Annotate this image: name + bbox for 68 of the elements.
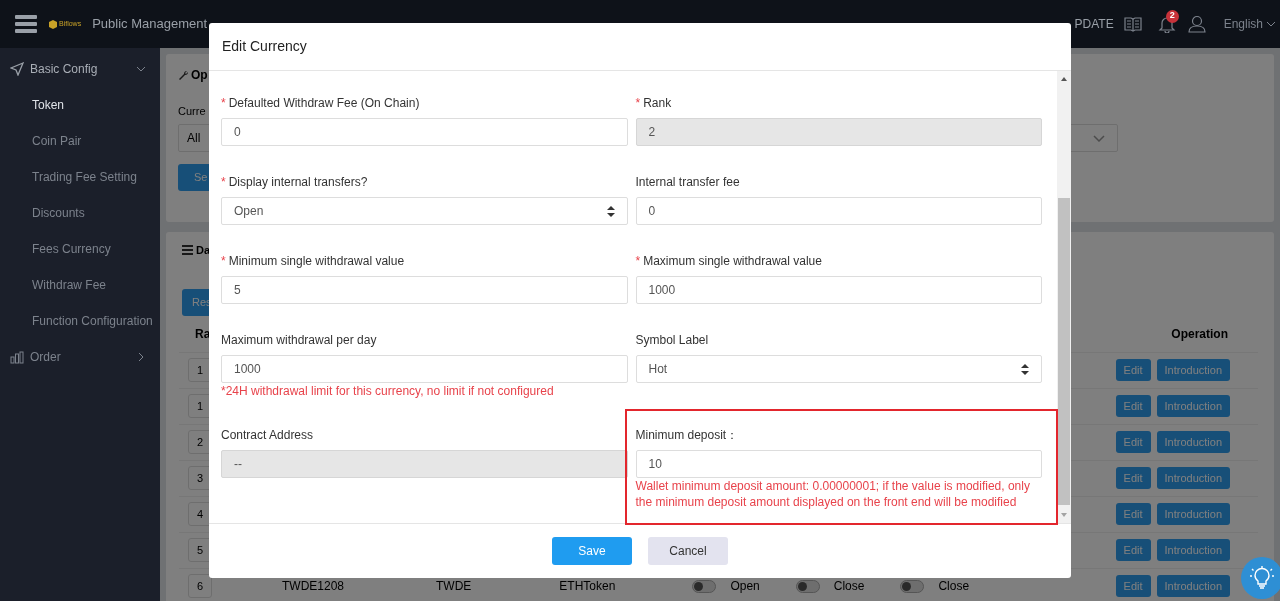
nav-link[interactable]: PDATE [1074, 15, 1114, 33]
field-label: Defaulted Withdraw Fee (On Chain) [228, 95, 420, 112]
input-field[interactable]: 0 [635, 197, 1042, 225]
save-button[interactable]: Save [552, 537, 632, 565]
table-cell-text: TWDE1208 [282, 578, 345, 595]
send-icon [10, 62, 24, 76]
field-label: Internal transfer fee [635, 174, 740, 191]
switch-label: Close [938, 578, 970, 595]
nav-link[interactable]: Public Management [92, 14, 208, 34]
sort-icon [1021, 363, 1029, 375]
input-field[interactable]: 0 [221, 118, 628, 146]
field-label: Contract Address [221, 427, 314, 444]
chevron-down-icon [136, 64, 146, 74]
table-cell-text: TWDE [436, 578, 472, 595]
chevron-right-icon [136, 352, 146, 362]
select-field[interactable]: Hot [635, 355, 1042, 383]
field-label: Minimum single withdrawal value [228, 253, 405, 270]
field-label: Minimum deposit： [635, 427, 739, 444]
input-field[interactable]: 1000 [221, 355, 628, 383]
switch-label: Open [730, 578, 760, 595]
language-dropdown[interactable]: English [1223, 15, 1276, 33]
toggle-switch[interactable] [692, 579, 717, 593]
list-icon [182, 245, 193, 256]
card-title: Da [196, 243, 211, 258]
select-field[interactable]: Open [221, 197, 628, 225]
field-label: Curre [178, 104, 206, 119]
table-cell-text: ETHToken [559, 578, 616, 595]
sidebar-item[interactable]: Withdraw Fee [0, 267, 160, 303]
menu-icon[interactable] [15, 15, 37, 33]
toggle-switch[interactable] [795, 579, 820, 593]
required-marker: * [221, 95, 226, 112]
logo-icon [49, 19, 57, 29]
toggle-switch[interactable] [900, 579, 925, 593]
card-title: Op [191, 67, 208, 84]
required-marker: * [635, 95, 641, 112]
bar-chart-icon [10, 350, 24, 364]
field-label: Maximum withdrawal per day [221, 332, 377, 349]
notification-badge: 2 [1165, 9, 1179, 23]
switch-label: Close [833, 578, 865, 595]
input-field[interactable]: 5 [221, 276, 628, 304]
column-header: Operation [1171, 325, 1228, 343]
sidebar-group[interactable]: Basic Config [0, 51, 160, 87]
required-marker: * [221, 253, 226, 270]
field-label: Symbol Label [635, 332, 709, 349]
chevron-down-icon [1266, 21, 1276, 27]
sidebar-item[interactable]: Token [0, 87, 160, 123]
sidebar-item[interactable]: Function Configuration [0, 303, 160, 339]
dialog-title: Edit Currency [222, 37, 307, 56]
chevron-down-icon [1093, 134, 1105, 142]
sidebar-item[interactable]: Coin Pair [0, 123, 160, 159]
help-text: *24H withdrawal limit for this currency, no limit if not configured [221, 383, 555, 399]
cancel-button[interactable]: Cancel [648, 537, 728, 565]
lightbulb-icon [1249, 565, 1275, 591]
book-icon[interactable] [1123, 16, 1142, 32]
sort-icon [606, 205, 615, 217]
required-marker: * [221, 174, 226, 191]
sidebar-item[interactable]: Discounts [0, 195, 160, 231]
wrench-icon [178, 70, 188, 80]
required-marker: * [635, 253, 641, 270]
help-text: Wallet minimum deposit amount: 0.00000001; if the value is modified, only the minimum deposit amount displayed on the front end will be modified [635, 478, 1031, 510]
field-label: Maximum single withdrawal value [643, 253, 822, 270]
field-label: Rank [643, 95, 672, 112]
user-icon[interactable] [1187, 15, 1206, 33]
sidebar-item[interactable]: Fees Currency [0, 231, 160, 267]
input-field[interactable]: 1000 [635, 276, 1042, 304]
input-field[interactable]: 10 [635, 450, 1042, 478]
sidebar-group[interactable]: Order [0, 339, 160, 375]
sidebar-item[interactable]: Trading Fee Setting [0, 159, 160, 195]
